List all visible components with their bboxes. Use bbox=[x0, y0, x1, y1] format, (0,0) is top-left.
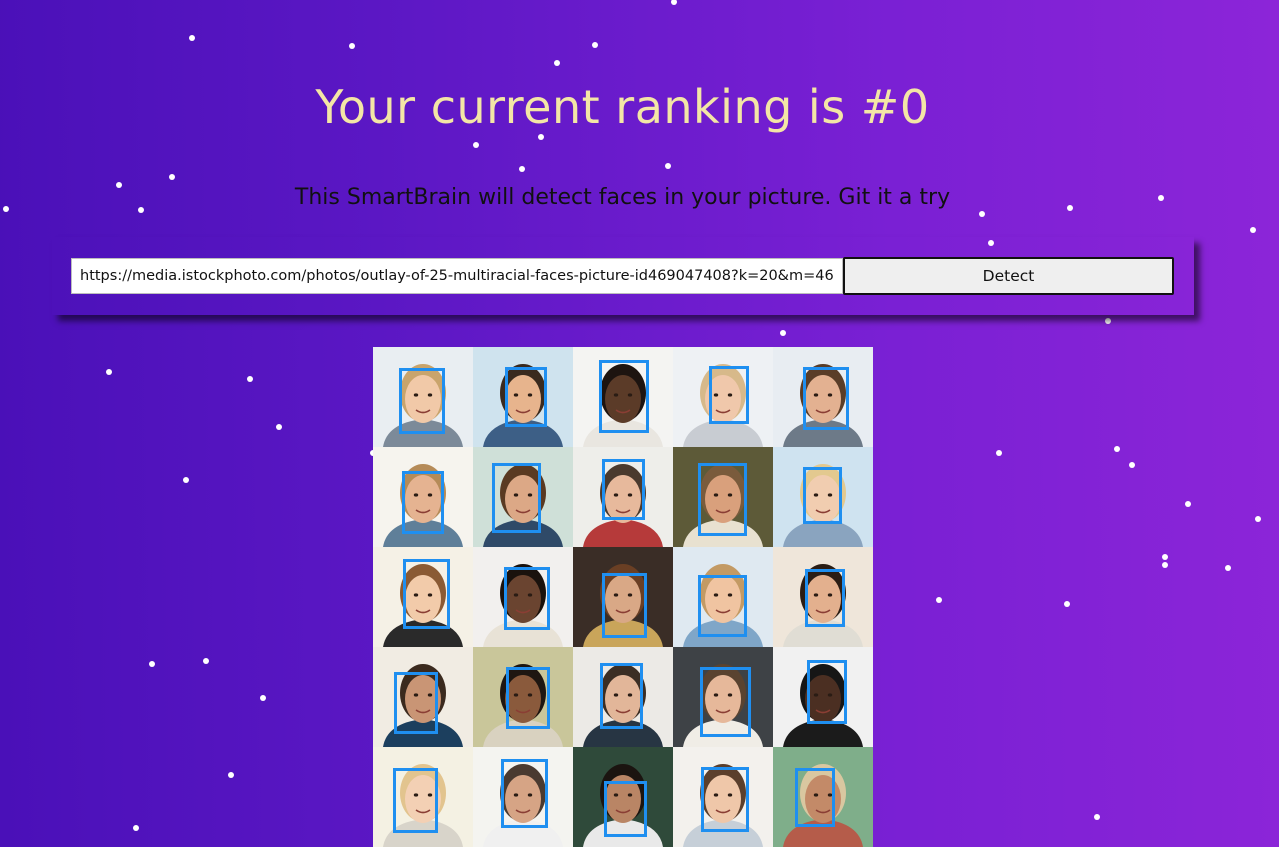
particle-dot bbox=[183, 477, 189, 483]
face-bounding-box bbox=[698, 463, 747, 536]
particle-dot bbox=[247, 376, 253, 382]
particle-dot bbox=[169, 174, 175, 180]
particle-dot bbox=[665, 163, 671, 169]
particle-dot bbox=[979, 211, 985, 217]
face-bounding-box bbox=[805, 569, 845, 627]
particle-dot bbox=[149, 661, 155, 667]
face-bounding-box bbox=[403, 559, 450, 629]
particle-dot bbox=[554, 60, 560, 66]
particle-dot bbox=[106, 369, 112, 375]
particle-dot bbox=[276, 424, 282, 430]
face-bounding-box bbox=[505, 367, 547, 427]
particle-dot bbox=[1255, 516, 1261, 522]
particle-dot bbox=[1105, 318, 1111, 324]
particle-dot bbox=[228, 772, 234, 778]
face-bounding-box bbox=[698, 575, 747, 637]
particle-dot bbox=[1129, 462, 1135, 468]
face-bounding-box bbox=[602, 459, 645, 520]
face-bounding-box bbox=[700, 667, 751, 737]
particle-dot bbox=[133, 825, 139, 831]
face-bounding-box bbox=[795, 768, 835, 827]
particle-dot bbox=[519, 166, 525, 172]
particle-dot bbox=[936, 597, 942, 603]
face-bounding-box bbox=[602, 573, 647, 638]
particle-dot bbox=[1114, 446, 1120, 452]
particle-dot bbox=[780, 330, 786, 336]
face-bounding-box bbox=[803, 367, 849, 430]
image-link-form: Detect bbox=[52, 237, 1194, 315]
face-bounding-box bbox=[599, 360, 649, 433]
face-bounding-box bbox=[492, 463, 541, 533]
face-bounding-box bbox=[506, 667, 550, 729]
face-bounding-box bbox=[604, 781, 647, 837]
face-bounding-box bbox=[394, 672, 438, 734]
face-bounding-box bbox=[501, 759, 548, 828]
particle-dot bbox=[1162, 554, 1168, 560]
face-bounding-box bbox=[402, 471, 444, 534]
image-url-input[interactable] bbox=[71, 258, 843, 294]
face-bounding-box bbox=[709, 366, 749, 424]
particle-dot bbox=[260, 695, 266, 701]
face-bounding-box bbox=[504, 567, 550, 630]
particle-dot bbox=[349, 43, 355, 49]
intro-text: This SmartBrain will detect faces in you… bbox=[294, 185, 951, 210]
face-bounding-box bbox=[701, 767, 749, 832]
particle-dot bbox=[592, 42, 598, 48]
particle-dot bbox=[189, 35, 195, 41]
particle-dot bbox=[1162, 562, 1168, 568]
detect-button[interactable]: Detect bbox=[843, 257, 1174, 295]
particle-dot bbox=[996, 450, 1002, 456]
face-bounding-box bbox=[393, 768, 438, 833]
face-bounding-box bbox=[803, 467, 842, 524]
particle-dot bbox=[203, 658, 209, 664]
face-detection-image bbox=[373, 347, 873, 847]
face-bounding-box bbox=[600, 663, 643, 729]
particle-dot bbox=[1094, 814, 1100, 820]
particle-dot bbox=[1064, 601, 1070, 607]
face-bounding-box bbox=[399, 368, 445, 434]
particle-dot bbox=[1185, 501, 1191, 507]
particle-dot bbox=[538, 134, 544, 140]
ranking-heading: Your current ranking is #0 bbox=[315, 80, 930, 134]
particle-dot bbox=[473, 142, 479, 148]
particle-dot bbox=[1225, 565, 1231, 571]
particle-dot bbox=[671, 0, 677, 5]
particle-dot bbox=[1250, 227, 1256, 233]
face-bounding-box bbox=[807, 660, 847, 724]
